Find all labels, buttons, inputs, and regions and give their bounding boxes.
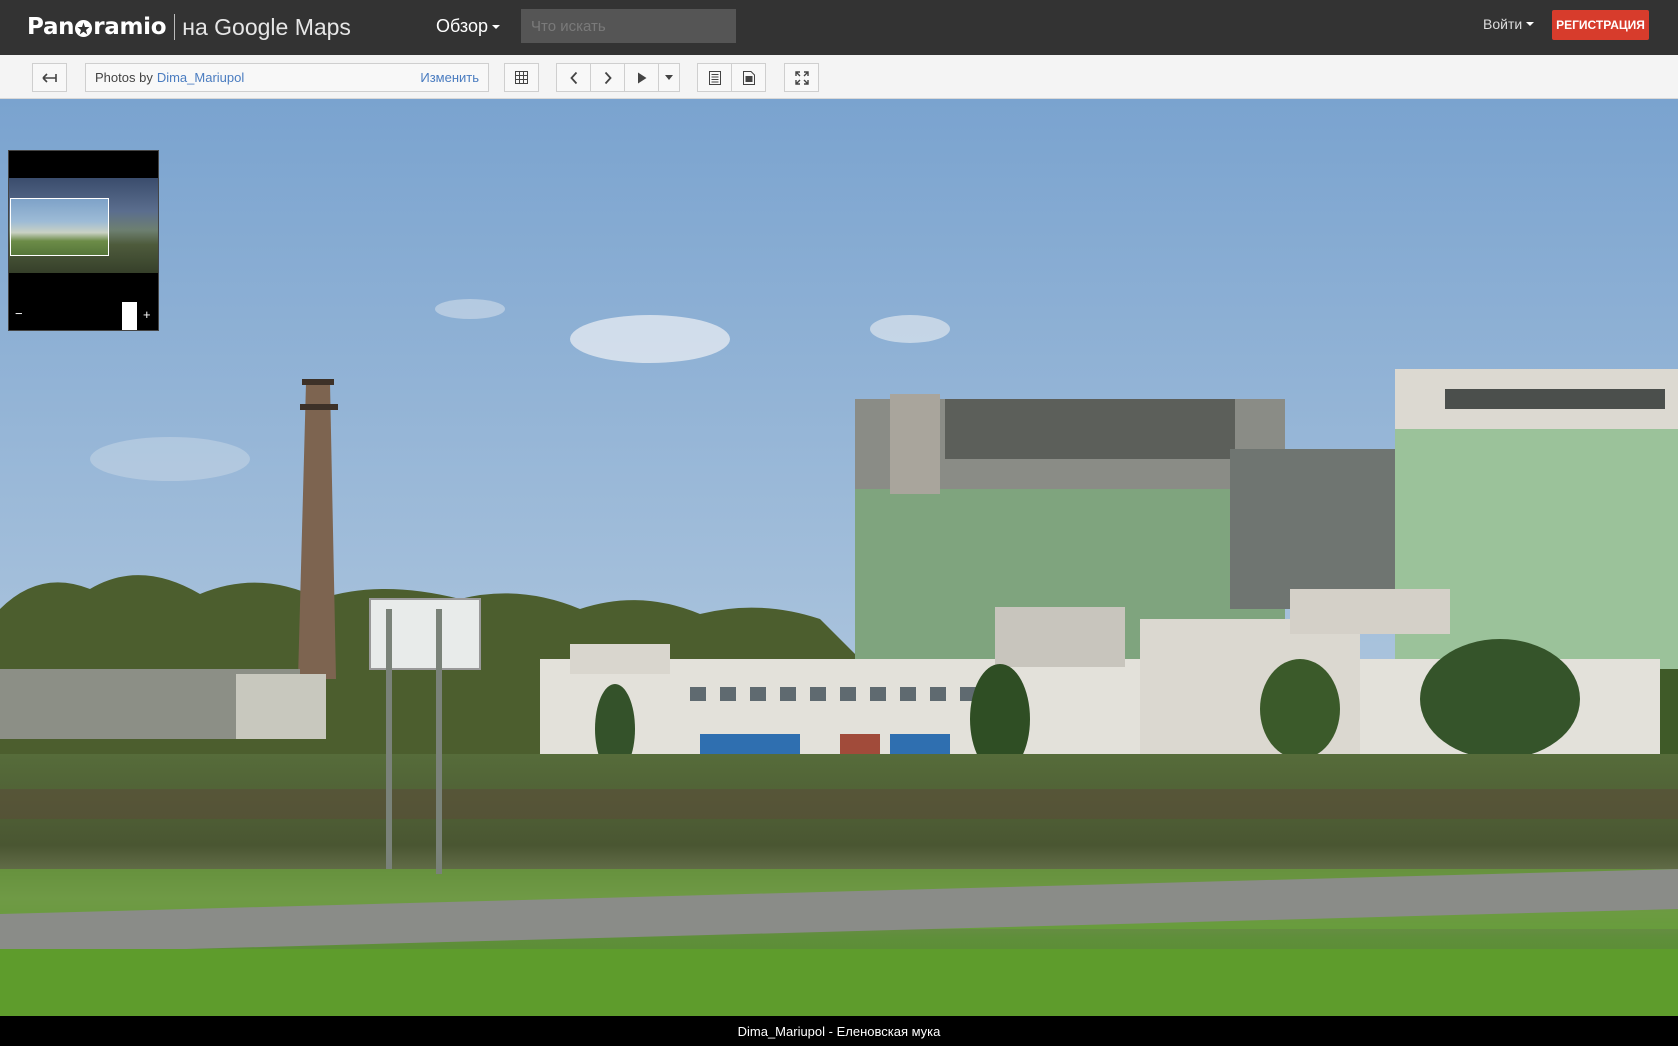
photo-minimap[interactable]: − + xyxy=(8,150,159,331)
search-input[interactable] xyxy=(521,9,736,43)
zoom-slider-handle[interactable] xyxy=(122,302,137,330)
photo-caption: Dima_Mariupol - Еленовская мука xyxy=(737,1023,941,1039)
minimap-viewport[interactable] xyxy=(10,198,109,256)
top-header: Pan ramio на Google Maps Обзор Войти РЕГ… xyxy=(0,0,1678,55)
logo-star-icon xyxy=(75,19,93,37)
caret-down-icon xyxy=(665,75,673,80)
info-panel-button[interactable] xyxy=(697,63,732,92)
chevron-left-icon xyxy=(569,71,577,84)
logo-subtitle: на Google Maps xyxy=(182,13,351,40)
change-link[interactable]: Изменить xyxy=(420,70,479,85)
document-icon xyxy=(742,70,755,85)
back-button[interactable] xyxy=(32,63,67,92)
photo-toolbar: Photos by Dima_Mariupol Изменить xyxy=(0,55,1678,99)
fullscreen-button[interactable] xyxy=(784,63,819,92)
photo-caption-bar: Dima_Mariupol - Еленовская мука xyxy=(0,1016,1678,1046)
minimap-zoom-slider[interactable]: − + xyxy=(9,302,158,330)
logo-divider xyxy=(174,14,176,40)
photo-viewer[interactable] xyxy=(0,99,1678,1016)
zoom-out-button[interactable]: − xyxy=(15,306,23,321)
signup-button[interactable]: РЕГИСТРАЦИЯ xyxy=(1552,10,1649,40)
browse-menu[interactable]: Обзор xyxy=(436,16,500,37)
logo-wordmark: Pan ramio xyxy=(27,14,167,40)
previous-photo-button[interactable] xyxy=(556,63,591,92)
photos-by-filter: Photos by Dima_Mariupol Изменить xyxy=(85,63,489,92)
fullscreen-icon xyxy=(794,70,809,85)
zoom-in-button[interactable]: + xyxy=(143,307,151,322)
grid-view-button[interactable] xyxy=(504,63,539,92)
slideshow-options-button[interactable] xyxy=(658,63,680,92)
login-label: Войти xyxy=(1483,16,1523,32)
photos-by-user-link[interactable]: Dima_Mariupol xyxy=(157,70,244,85)
details-button[interactable] xyxy=(731,63,766,92)
info-panel-icon xyxy=(708,70,721,85)
chevron-right-icon xyxy=(604,71,612,84)
panoramio-logo[interactable]: Pan ramio на Google Maps xyxy=(27,13,351,41)
slideshow-play-button[interactable] xyxy=(624,63,659,92)
caret-down-icon xyxy=(492,24,500,29)
back-arrow-icon xyxy=(41,72,57,83)
login-menu[interactable]: Войти xyxy=(1483,16,1535,32)
caret-down-icon xyxy=(1526,22,1535,26)
play-icon xyxy=(637,72,646,83)
next-photo-button[interactable] xyxy=(590,63,625,92)
browse-label: Обзор xyxy=(436,16,488,36)
photo-image xyxy=(0,99,1678,1016)
grid-icon xyxy=(515,71,528,84)
photos-by-prefix: Photos by xyxy=(95,70,153,85)
